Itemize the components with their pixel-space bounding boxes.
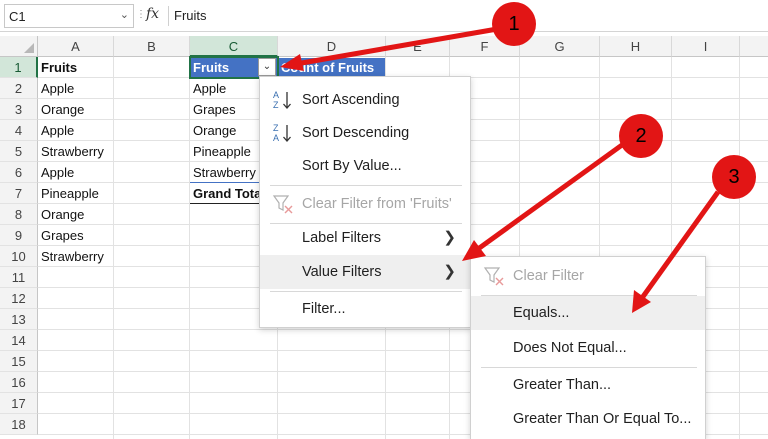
name-box[interactable]: C1 ⌄ [4, 4, 134, 28]
menu-item-label-filters[interactable]: Label Filters ❯ [260, 221, 470, 255]
submenu-item-does-not-equal[interactable]: Does Not Equal... [471, 331, 705, 365]
svg-text:Z: Z [273, 100, 279, 110]
menu-item-label: Clear Filter [513, 268, 584, 284]
cell-a1[interactable]: Fruits [38, 57, 113, 78]
annotation-badge-2: 2 [619, 114, 663, 158]
row-header-9[interactable]: 9 [0, 225, 38, 246]
pivot-count-header[interactable]: Count of Fruits [278, 58, 385, 78]
row-header-11[interactable]: 11 [0, 267, 38, 288]
column-header-h[interactable]: H [600, 36, 672, 57]
menu-item-label: Filter... [302, 301, 346, 317]
column-header-next[interactable] [740, 36, 768, 57]
menu-item-sort-by-value[interactable]: Sort By Value... [260, 149, 470, 183]
sort-ascending-icon: A Z [273, 90, 291, 110]
chevron-right-icon: ❯ [443, 263, 456, 280]
annotation-badge-3: 3 [712, 155, 756, 199]
column-header-c[interactable]: C [190, 36, 278, 57]
menu-item-label: Value Filters [302, 264, 382, 280]
chevron-right-icon: ❯ [443, 229, 456, 246]
row-header-17[interactable]: 17 [0, 393, 38, 414]
pivot-item[interactable]: Pineapple [190, 141, 260, 162]
row-header-4[interactable]: 4 [0, 120, 38, 141]
formula-divider [168, 6, 169, 26]
column-header-b[interactable]: B [114, 36, 190, 57]
cell-a8[interactable]: Orange [38, 204, 113, 225]
menu-item-sort-ascending[interactable]: A Z Sort Ascending [260, 83, 470, 117]
chevron-down-icon[interactable]: ⌄ [120, 8, 129, 21]
row-header-5[interactable]: 5 [0, 141, 38, 162]
row-header-10[interactable]: 10 [0, 246, 38, 267]
menu-item-label: Sort Descending [302, 125, 410, 141]
column-header-e[interactable]: E [386, 36, 450, 57]
clear-filter-icon [272, 195, 293, 214]
row-header-16[interactable]: 16 [0, 372, 38, 393]
menu-item-label: Does Not Equal... [513, 340, 627, 356]
gridline [113, 57, 114, 439]
sort-descending-icon: Z A [273, 123, 291, 143]
row-header-7[interactable]: 7 [0, 183, 38, 204]
svg-text:A: A [273, 90, 279, 100]
row-header-13[interactable]: 13 [0, 309, 38, 330]
column-header-i[interactable]: I [672, 36, 740, 57]
menu-item-label: Greater Than Or Equal To... [513, 411, 692, 427]
cell-a10[interactable]: Strawberry [38, 246, 113, 267]
menu-item-label: Label Filters [302, 230, 381, 246]
annotation-badge-1: 1 [492, 2, 536, 46]
grand-total-underline [190, 203, 260, 204]
row-header-18[interactable]: 18 [0, 414, 38, 435]
svg-text:A: A [273, 133, 279, 143]
menu-item-label: Greater Than... [513, 377, 612, 393]
menu-separator [270, 185, 462, 186]
cell-a7[interactable]: Pineapple [38, 183, 113, 204]
formula-bar: C1 ⌄ ⋮ fx Fruits [0, 0, 768, 32]
menu-item-value-filters[interactable]: Value Filters ❯ [260, 255, 470, 289]
insert-function-icon[interactable]: fx [146, 6, 159, 22]
row-header-12[interactable]: 12 [0, 288, 38, 309]
filter-dropdown-button[interactable]: ⌄ [258, 58, 276, 76]
pivot-item[interactable]: Grapes [190, 99, 260, 120]
menu-item-sort-descending[interactable]: Z A Sort Descending [260, 116, 470, 150]
clear-filter-icon [483, 267, 504, 286]
filter-menu: A Z Sort Ascending Z A Sort Descending S… [259, 76, 471, 328]
row-header-2[interactable]: 2 [0, 78, 38, 99]
menu-item-label: Sort Ascending [302, 92, 400, 108]
menu-item-label: Sort By Value... [302, 158, 402, 174]
name-box-value: C1 [9, 9, 26, 24]
pivot-item[interactable]: Apple [190, 78, 260, 99]
gridline [739, 57, 740, 439]
cell-a4[interactable]: Apple [38, 120, 113, 141]
cell-a5[interactable]: Strawberry [38, 141, 113, 162]
cell-a9[interactable]: Grapes [38, 225, 113, 246]
cell-a2[interactable]: Apple [38, 78, 113, 99]
submenu-item-greater-than-or-equal[interactable]: Greater Than Or Equal To... [471, 402, 705, 436]
row-header-15[interactable]: 15 [0, 351, 38, 372]
menu-item-label: Clear Filter from 'Fruits' [302, 196, 452, 212]
menu-item-label: Equals... [513, 305, 570, 321]
cell-a3[interactable]: Orange [38, 99, 113, 120]
row-header-8[interactable]: 8 [0, 204, 38, 225]
menu-item-filter[interactable]: Filter... [260, 292, 470, 326]
pivot-grand-total[interactable]: Grand Total [190, 183, 260, 204]
row-header-14[interactable]: 14 [0, 330, 38, 351]
svg-text:Z: Z [273, 123, 279, 133]
pivot-item[interactable]: Strawberry [190, 162, 260, 183]
column-header-g[interactable]: G [520, 36, 600, 57]
submenu-item-greater-than[interactable]: Greater Than... [471, 368, 705, 402]
column-header-a[interactable]: A [38, 36, 114, 57]
menu-item-clear-filter-fruits: Clear Filter from 'Fruits' [260, 187, 470, 221]
formula-input[interactable]: Fruits [174, 8, 207, 23]
value-filters-submenu: Clear Filter Equals... Does Not Equal...… [470, 256, 706, 439]
select-all-corner[interactable] [0, 36, 38, 57]
row-header-6[interactable]: 6 [0, 162, 38, 183]
column-header-d[interactable]: D [278, 36, 386, 57]
row-header-3[interactable]: 3 [0, 99, 38, 120]
submenu-item-equals[interactable]: Equals... [471, 296, 705, 330]
submenu-item-clear-filter: Clear Filter [471, 259, 705, 293]
row-header-1[interactable]: 1 [0, 57, 38, 78]
cell-a6[interactable]: Apple [38, 162, 113, 183]
pivot-item[interactable]: Orange [190, 120, 260, 141]
